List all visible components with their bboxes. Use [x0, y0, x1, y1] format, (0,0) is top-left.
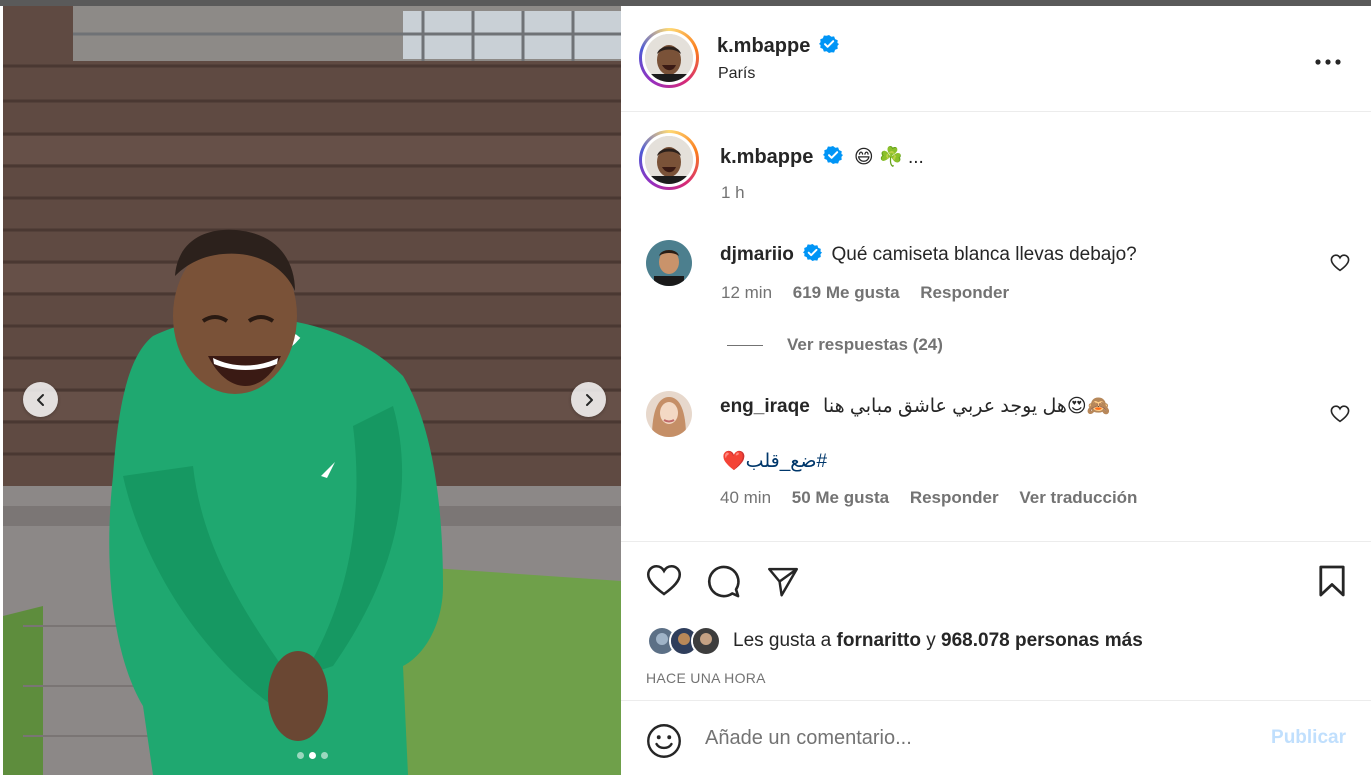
post-actions: Les gusta a fornaritto y 968.078 persona…: [621, 541, 1371, 700]
chevron-right-icon: [585, 393, 593, 406]
comment-username[interactable]: eng_iraqe: [720, 396, 810, 417]
commenter-avatar[interactable]: [646, 240, 692, 286]
carousel-dot: [321, 752, 328, 759]
emoji-smile-icon: [647, 724, 681, 758]
comment-like-button[interactable]: [1330, 254, 1350, 277]
avatar-image: [646, 391, 692, 437]
photo-illustration: [3, 6, 621, 775]
commenter-avatar[interactable]: [646, 391, 692, 437]
verified-badge-icon: [818, 35, 839, 53]
comment-composer: Publicar: [621, 700, 1371, 775]
publish-button[interactable]: Publicar: [1271, 727, 1346, 749]
author-name-row: k.mbappe: [717, 34, 839, 58]
bookmark-icon: [1319, 565, 1345, 597]
heart-icon: [1330, 405, 1350, 423]
like-button[interactable]: [646, 564, 682, 602]
comment-icon: [707, 565, 740, 598]
comment-like-button[interactable]: [1330, 405, 1350, 428]
caption-text: 😄 ☘️ ...: [853, 147, 924, 168]
heart-icon: [646, 564, 682, 596]
avatar-image: [646, 240, 692, 286]
caption-author-avatar[interactable]: [639, 130, 699, 190]
post-photo[interactable]: [3, 6, 621, 775]
replies-divider: [727, 344, 763, 346]
author-username[interactable]: k.mbappe: [717, 35, 810, 57]
comment-row: eng_iraqe 🙈😍هل يوجد عربي عاشق مبابي هنا: [720, 394, 1110, 418]
paper-plane-icon: [768, 567, 798, 597]
heart-emoji: ❤️: [722, 451, 746, 472]
comment-meta: 12 min 619 Me gusta Responder: [721, 283, 1025, 303]
comment-username[interactable]: djmariio: [720, 244, 794, 265]
reply-button[interactable]: Responder: [910, 488, 999, 507]
post-header: k.mbappe París: [621, 6, 1371, 112]
emoji-picker-button[interactable]: [646, 723, 682, 764]
comment-likes[interactable]: 619 Me gusta: [793, 283, 900, 302]
see-translation-button[interactable]: Ver traducción: [1019, 488, 1137, 507]
save-button[interactable]: [1318, 564, 1346, 603]
heart-icon: [1330, 254, 1350, 272]
reply-button[interactable]: Responder: [920, 283, 1009, 302]
likes-joiner: y: [926, 630, 936, 651]
more-options-button[interactable]: [1315, 52, 1341, 70]
more-options-icon: [1315, 59, 1341, 65]
likes-summary: Les gusta a fornaritto y 968.078 persona…: [647, 626, 1143, 656]
verified-badge-icon: [822, 146, 843, 164]
comment-input[interactable]: [705, 723, 1225, 753]
comment-button[interactable]: [706, 564, 741, 604]
caption-time[interactable]: 1 h: [721, 183, 745, 203]
likers-avatars[interactable]: [647, 626, 725, 656]
caption-row: k.mbappe 😄 ☘️ ...: [720, 145, 924, 169]
carousel-dot-active: [309, 752, 316, 759]
comment-time[interactable]: 12 min: [721, 283, 772, 302]
comment-text: Qué camiseta blanca llevas debajo?: [831, 244, 1137, 265]
likes-count[interactable]: 968.078 personas más: [941, 630, 1143, 652]
comments-section: k.mbappe 😄 ☘️ ... 1 h djmariio Qué camis…: [621, 113, 1371, 541]
comment-row: djmariio Qué camiseta blanca llevas deba…: [720, 243, 1137, 266]
comment-meta: 40 min 50 Me gusta Responder Ver traducc…: [720, 488, 1153, 508]
post-timestamp[interactable]: HACE UNA HORA: [646, 670, 766, 686]
view-replies-button[interactable]: Ver respuestas (24): [727, 335, 943, 355]
carousel-dot: [297, 752, 304, 759]
comment-likes[interactable]: 50 Me gusta: [792, 488, 889, 507]
hashtag-link[interactable]: #ضع_قلب: [746, 451, 827, 472]
previous-slide-button[interactable]: [23, 382, 58, 417]
avatar-image: [645, 136, 693, 184]
avatar-image: [645, 34, 693, 82]
liker-avatar: [691, 626, 721, 656]
post-detail-panel: k.mbappe París k.mbappe 😄 ☘️ ... 1 h djm…: [621, 6, 1371, 775]
post-location[interactable]: París: [718, 65, 755, 83]
author-avatar[interactable]: [639, 28, 699, 88]
next-slide-button[interactable]: [571, 382, 606, 417]
share-button[interactable]: [766, 565, 800, 603]
liker-username[interactable]: fornaritto: [837, 630, 921, 652]
comment-hashtag-row: ❤️#ضع_قلب: [722, 449, 827, 473]
caption-username[interactable]: k.mbappe: [720, 146, 813, 168]
carousel-indicator: [297, 752, 328, 759]
chevron-left-icon: [36, 393, 44, 406]
comment-text: 🙈😍هل يوجد عربي عاشق مبابي هنا: [823, 396, 1111, 417]
likes-prefix: Les gusta a: [733, 630, 832, 651]
comment-time[interactable]: 40 min: [720, 488, 771, 507]
avatar-image: [693, 628, 719, 654]
verified-badge-icon: [803, 243, 823, 262]
view-replies-label: Ver respuestas (24): [787, 335, 943, 354]
